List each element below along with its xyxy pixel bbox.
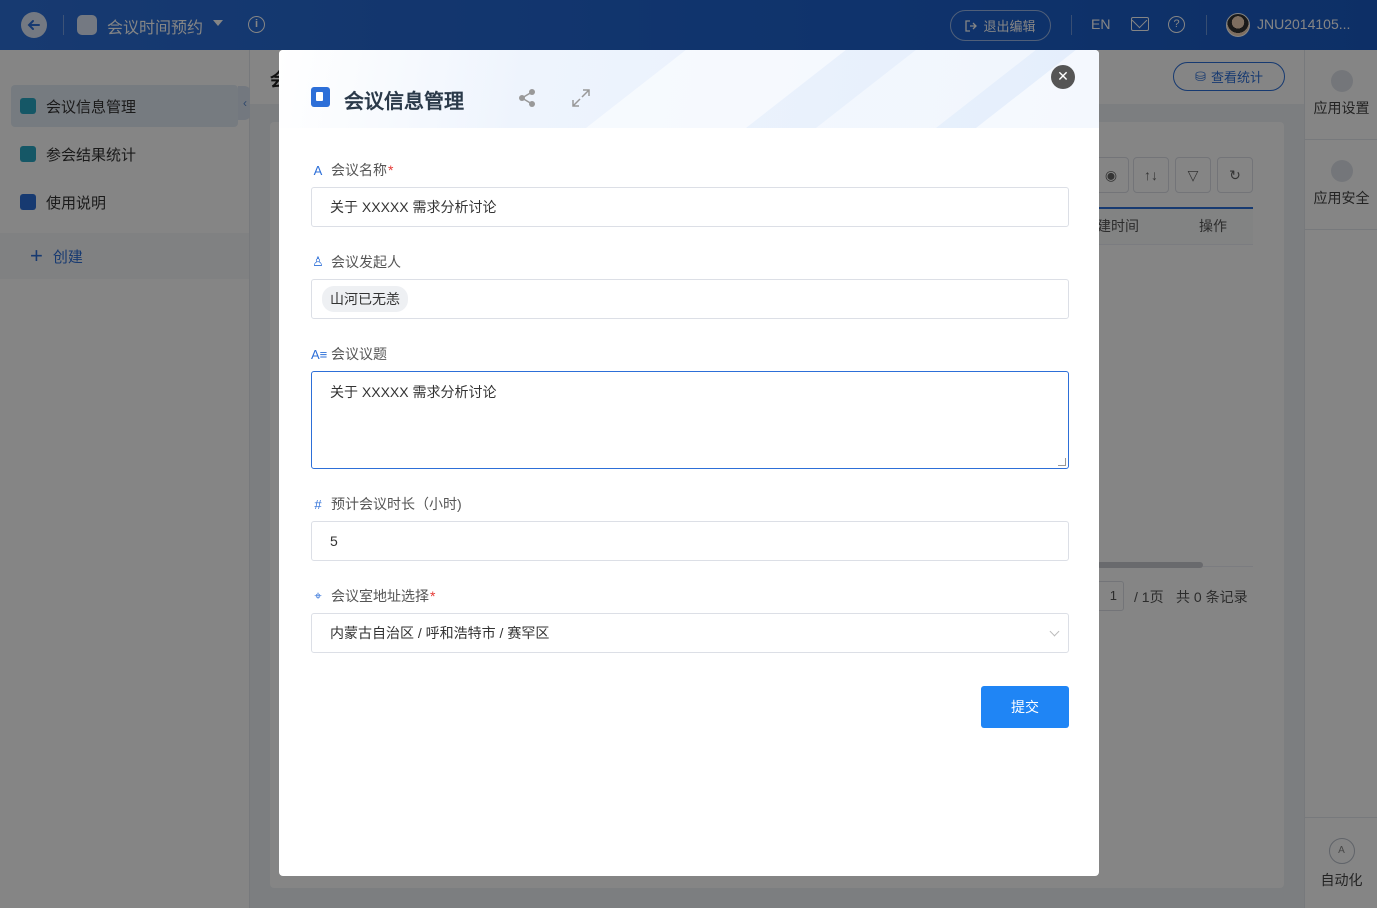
topic-textarea[interactable]: 关于 XXXXX 需求分析讨论: [311, 371, 1069, 469]
modal-title: 会议信息管理: [344, 91, 464, 113]
number-icon: #: [314, 496, 322, 512]
initiator-label: ♙ 会议发起人: [312, 254, 401, 270]
topic-label: A≡ 会议议题: [311, 346, 387, 362]
user-icon: ♙: [312, 254, 324, 269]
text-icon: A: [313, 162, 323, 178]
expand-icon[interactable]: [570, 87, 592, 109]
submit-button[interactable]: 提交: [981, 686, 1069, 728]
share-icon[interactable]: [516, 87, 538, 109]
multiline-text-icon: A≡: [311, 346, 328, 362]
doc-icon: [311, 87, 330, 107]
required-mark: *: [430, 588, 436, 604]
duration-input[interactable]: 5: [311, 521, 1069, 561]
required-mark: *: [388, 162, 394, 178]
duration-label: # 预计会议时长（小时): [311, 494, 461, 514]
meeting-name-label: A 会议名称 *: [311, 160, 394, 180]
meeting-name-input[interactable]: 关于 XXXXX 需求分析讨论: [311, 187, 1069, 227]
location-value: 内蒙古自治区 / 呼和浩特市 / 赛罕区: [330, 625, 550, 641]
user-tag[interactable]: 山河已无恙: [322, 286, 408, 312]
chevron-down-icon: [1049, 626, 1060, 637]
location-icon: ⌖: [314, 588, 322, 603]
topic-text: 关于 XXXXX 需求分析讨论: [330, 384, 497, 400]
location-label: ⌖ 会议室地址选择 *: [311, 586, 435, 606]
location-select[interactable]: 内蒙古自治区 / 呼和浩特市 / 赛罕区: [311, 613, 1069, 653]
close-icon[interactable]: ✕: [1051, 65, 1075, 89]
meeting-info-modal: 会议信息管理 ✕ A 会议名称 * 关于 XXXXX 需求分析讨论 ♙ 会议发起…: [279, 50, 1099, 876]
initiator-field[interactable]: 山河已无恙: [311, 279, 1069, 319]
resize-handle[interactable]: [1058, 458, 1066, 466]
